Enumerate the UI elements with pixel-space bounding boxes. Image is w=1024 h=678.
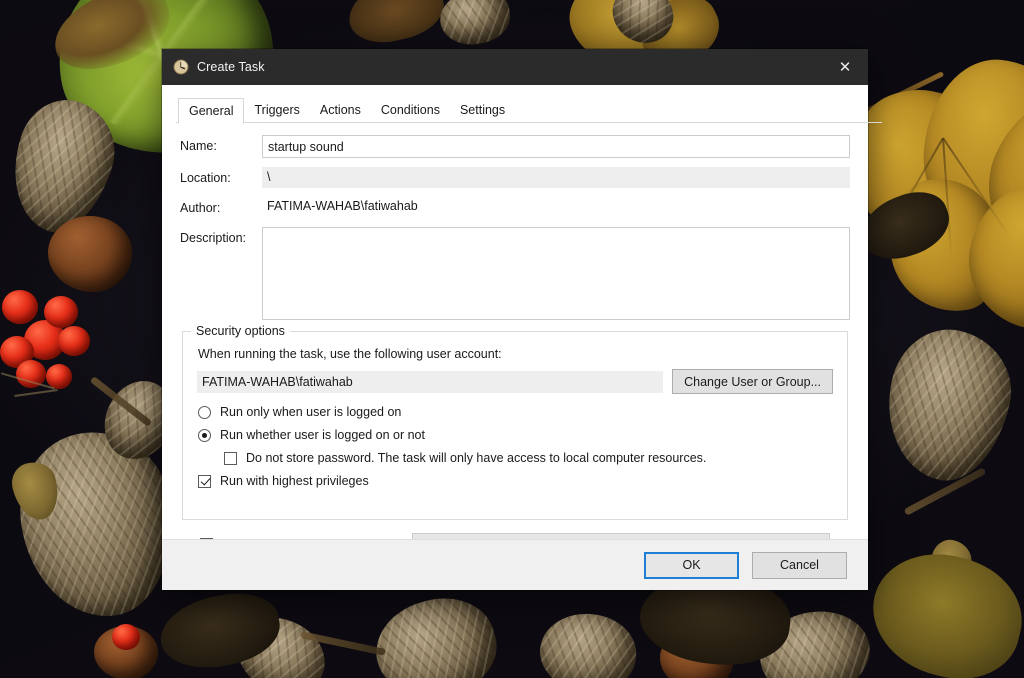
pinecone bbox=[365, 585, 507, 678]
author-row: Author: FATIMA-WAHAB\fatiwahab bbox=[180, 197, 850, 218]
description-row: Description: bbox=[180, 227, 850, 320]
location-value: \ bbox=[262, 167, 850, 188]
tab-strip: General Triggers Actions Conditions Sett… bbox=[176, 96, 882, 124]
close-icon[interactable]: ✕ bbox=[822, 49, 868, 85]
radio-run-only-when-logged-on-label: Run only when user is logged on bbox=[220, 405, 402, 419]
location-label: Location: bbox=[180, 171, 231, 185]
task-scheduler-clock-icon bbox=[173, 59, 189, 75]
tab-triggers[interactable]: Triggers bbox=[244, 98, 309, 123]
berry-stem bbox=[14, 388, 58, 398]
radio-run-whether-logged-on-label: Run whether user is logged on or not bbox=[220, 428, 425, 442]
description-label: Description: bbox=[180, 231, 246, 245]
cancel-button[interactable]: Cancel bbox=[752, 551, 847, 579]
pinecone bbox=[436, 0, 514, 49]
name-row: Name: bbox=[180, 135, 850, 158]
chestnut bbox=[48, 216, 132, 292]
tab-settings[interactable]: Settings bbox=[450, 98, 515, 123]
radio-checked-icon bbox=[198, 428, 211, 442]
radio-run-only-when-logged-on[interactable]: Run only when user is logged on bbox=[198, 405, 833, 419]
author-label: Author: bbox=[180, 201, 221, 215]
change-user-or-group-button[interactable]: Change User or Group... bbox=[672, 369, 833, 394]
maple-leaf bbox=[829, 54, 1024, 340]
security-options-group: Security options When running the task, … bbox=[182, 324, 848, 520]
general-tab-panel: Name: Location: \ Author: FATIMA-WAHAB\f… bbox=[162, 123, 868, 556]
pinecone bbox=[535, 607, 641, 678]
radio-unchecked-icon bbox=[198, 405, 211, 419]
tab-actions[interactable]: Actions bbox=[310, 98, 371, 123]
security-options-legend: Security options bbox=[191, 324, 290, 338]
ok-button[interactable]: OK bbox=[644, 551, 739, 579]
account-row: FATIMA-WAHAB\fatiwahab Change User or Gr… bbox=[197, 369, 833, 394]
radio-run-whether-logged-on[interactable]: Run whether user is logged on or not bbox=[198, 428, 833, 442]
brown-leaf-top bbox=[342, 0, 450, 51]
author-value: FATIMA-WAHAB\fatiwahab bbox=[267, 199, 418, 213]
checkbox-run-with-highest-privileges-label: Run with highest privileges bbox=[220, 474, 369, 488]
name-label: Name: bbox=[180, 139, 217, 153]
red-berry bbox=[2, 290, 38, 324]
pinecone bbox=[873, 319, 1023, 491]
description-input[interactable] bbox=[262, 227, 850, 320]
red-berry bbox=[58, 326, 90, 356]
dialog-title-bar[interactable]: Create Task ✕ bbox=[162, 49, 868, 85]
location-row: Location: \ bbox=[180, 167, 850, 188]
pinecone bbox=[9, 422, 185, 627]
checkbox-do-not-store-password-label: Do not store password. The task will onl… bbox=[246, 451, 707, 465]
tab-general[interactable]: General bbox=[178, 98, 245, 124]
tab-conditions[interactable]: Conditions bbox=[371, 98, 450, 123]
dialog-title: Create Task bbox=[197, 60, 265, 74]
red-berry bbox=[44, 296, 78, 328]
red-berry bbox=[112, 624, 140, 650]
security-intro-text: When running the task, use the following… bbox=[198, 347, 502, 361]
olive-leaf bbox=[859, 539, 1024, 678]
checkbox-do-not-store-password[interactable]: Do not store password. The task will onl… bbox=[224, 451, 833, 465]
checkbox-unchecked-icon bbox=[224, 451, 237, 465]
create-task-dialog: Create Task ✕ General Triggers Actions C… bbox=[162, 49, 882, 590]
checkbox-run-with-highest-privileges[interactable]: Run with highest privileges bbox=[198, 474, 833, 488]
name-input[interactable] bbox=[262, 135, 850, 158]
dialog-footer: OK Cancel bbox=[162, 539, 868, 590]
checkbox-checked-icon bbox=[198, 474, 211, 488]
user-account-field: FATIMA-WAHAB\fatiwahab bbox=[197, 370, 664, 393]
